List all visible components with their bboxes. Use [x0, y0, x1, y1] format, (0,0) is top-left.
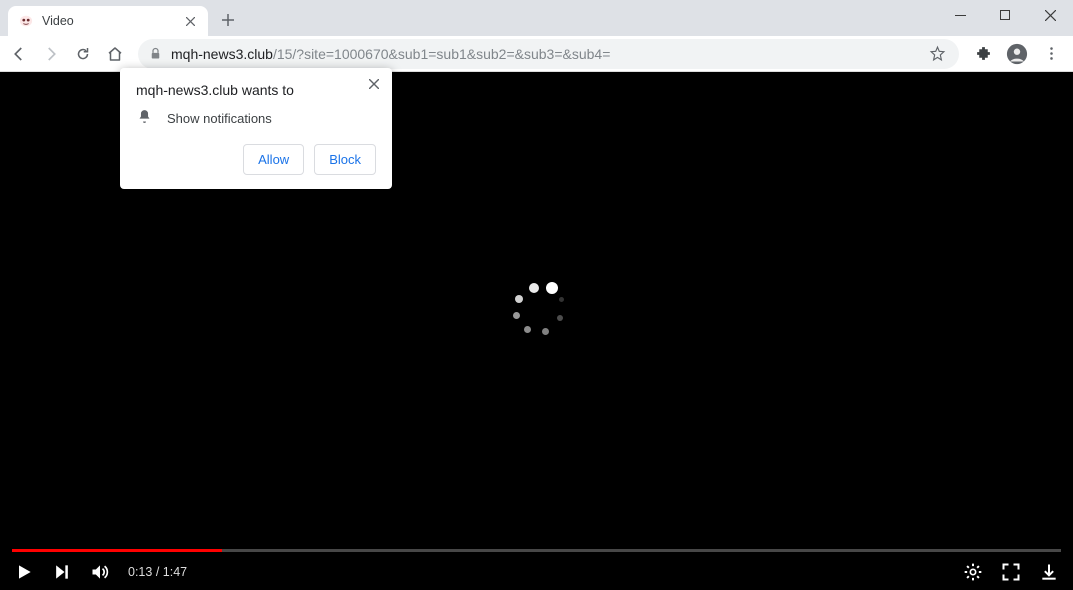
progress-bar[interactable] — [12, 549, 1061, 552]
extensions-button[interactable] — [967, 39, 999, 69]
new-tab-button[interactable] — [214, 6, 242, 34]
reload-button[interactable] — [68, 39, 98, 69]
url-rest: /15/?site=1000670&sub1=sub1&sub2=&sub3=&… — [273, 46, 610, 62]
url-domain: mqh-news3.club — [171, 46, 273, 62]
dialog-title: mqh-news3.club wants to — [136, 82, 376, 98]
dialog-close-button[interactable] — [364, 74, 384, 94]
address-bar[interactable]: mqh-news3.club/15/?site=1000670&sub1=sub… — [138, 39, 959, 69]
duration: 1:47 — [163, 565, 187, 579]
profile-avatar-button[interactable] — [1001, 39, 1033, 69]
allow-button[interactable]: Allow — [243, 144, 304, 175]
tab-video[interactable]: Video — [8, 6, 208, 36]
window-close-button[interactable] — [1028, 0, 1073, 30]
settings-button[interactable] — [963, 562, 983, 582]
bell-icon — [136, 108, 153, 128]
home-button[interactable] — [100, 39, 130, 69]
back-button[interactable] — [4, 39, 34, 69]
forward-button[interactable] — [36, 39, 66, 69]
menu-button[interactable] — [1035, 39, 1067, 69]
toolbar: mqh-news3.club/15/?site=1000670&sub1=sub… — [0, 36, 1073, 72]
lock-icon — [148, 46, 163, 61]
dialog-permission-item: Show notifications — [167, 111, 272, 126]
window-minimize-button[interactable] — [938, 0, 983, 30]
bookmark-star-icon[interactable] — [925, 39, 949, 69]
time-display: 0:13 / 1:47 — [128, 565, 187, 579]
play-button[interactable] — [14, 562, 34, 582]
fullscreen-button[interactable] — [1001, 562, 1021, 582]
download-button[interactable] — [1039, 562, 1059, 582]
loading-spinner-icon — [509, 282, 565, 338]
tab-favicon-icon — [18, 13, 34, 29]
next-button[interactable] — [52, 562, 72, 582]
volume-button[interactable] — [90, 562, 110, 582]
tab-close-icon[interactable] — [182, 13, 198, 29]
tab-title: Video — [42, 14, 174, 28]
window-maximize-button[interactable] — [983, 0, 1028, 30]
progress-fill — [12, 549, 222, 552]
url-text: mqh-news3.club/15/?site=1000670&sub1=sub… — [171, 46, 917, 62]
current-time: 0:13 — [128, 565, 152, 579]
tab-strip: Video — [0, 0, 1073, 36]
video-controls: 0:13 / 1:47 — [0, 554, 1073, 590]
block-button[interactable]: Block — [314, 144, 376, 175]
notification-permission-dialog: mqh-news3.club wants to Show notificatio… — [120, 68, 392, 189]
